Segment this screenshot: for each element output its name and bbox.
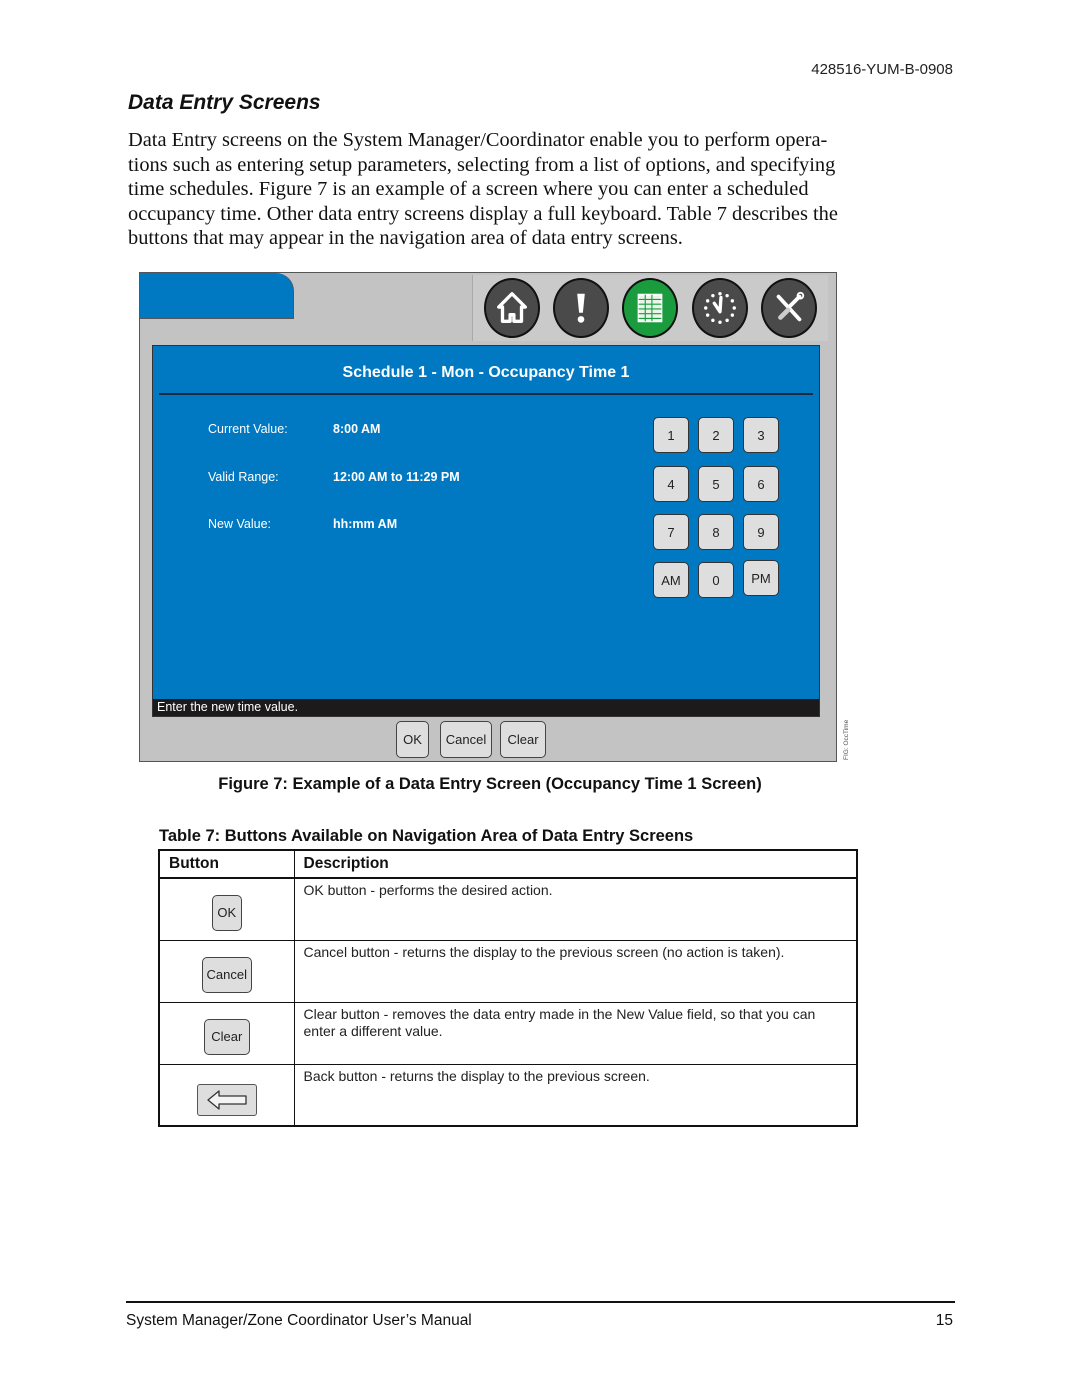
table-row: OK OK button - performs the desired acti… [158, 877, 858, 941]
ok-button[interactable]: OK [396, 721, 429, 758]
button-cell: Cancel [158, 939, 295, 1003]
figure-tag: FIG: OccTime [843, 719, 850, 760]
tools-icon[interactable] [761, 278, 818, 338]
data-entry-panel: Schedule 1 - Mon - Occupancy Time 1 Curr… [152, 345, 820, 717]
body-paragraph: Data Entry screens on the System Manager… [128, 129, 838, 250]
table-row: Back button - returns the display to the… [158, 1063, 858, 1127]
screen-tab [140, 273, 294, 319]
home-icon[interactable] [483, 278, 540, 338]
button-cell [158, 1063, 295, 1127]
ok-button-sample: OK [211, 895, 242, 932]
screen-title: Schedule 1 - Mon - Occupancy Time 1 [342, 364, 630, 381]
current-value: 8:00 AM [333, 422, 381, 436]
nav-icon-strip [472, 275, 828, 341]
new-value-label: New Value: [208, 517, 271, 531]
description-cell: Clear button - removes the data entry ma… [293, 1001, 858, 1065]
keypad-key-9[interactable]: 9 [743, 514, 779, 550]
back-arrow-icon [207, 1090, 247, 1110]
cancel-button[interactable]: Cancel [440, 721, 492, 758]
footer-divider [126, 1301, 955, 1303]
keypad-key-pm[interactable]: PM [743, 560, 779, 596]
valid-range-label: Valid Range: [208, 470, 279, 484]
cancel-button-sample: Cancel [201, 957, 252, 993]
back-button-sample [196, 1083, 257, 1116]
table-header-row: Button Description [158, 849, 858, 879]
schedule-icon[interactable] [622, 278, 679, 338]
figure-caption: Figure 7: Example of a Data Entry Screen… [218, 775, 762, 793]
table-caption: Table 7: Buttons Available on Navigation… [159, 827, 694, 845]
keypad-key-4[interactable]: 4 [653, 466, 689, 502]
footer-manual-title: System Manager/Zone Coordinator User’s M… [126, 1312, 472, 1329]
table-row: Cancel Cancel button - returns the displ… [158, 939, 858, 1003]
new-value-field[interactable]: hh:mm AM [333, 517, 397, 531]
data-entry-screen-figure: Schedule 1 - Mon - Occupancy Time 1 Curr… [139, 272, 837, 762]
keypad-key-5[interactable]: 5 [698, 466, 734, 502]
clear-button-sample: Clear [203, 1019, 250, 1055]
description-cell: Back button - returns the display to the… [293, 1063, 858, 1127]
keypad-key-6[interactable]: 6 [743, 466, 779, 502]
button-cell: OK [158, 877, 295, 941]
keypad-key-3[interactable]: 3 [743, 417, 779, 453]
button-cell: Clear [158, 1001, 295, 1065]
section-title: Data Entry Screens [128, 91, 321, 114]
keypad-key-am[interactable]: AM [653, 562, 689, 598]
alarm-icon[interactable] [553, 278, 610, 338]
page-number: 15 [935, 1312, 953, 1329]
keypad-key-2[interactable]: 2 [698, 417, 734, 453]
column-header-button: Button [158, 849, 295, 879]
column-header-description: Description [293, 849, 858, 879]
document-id: 428516-YUM-B-0908 [811, 61, 953, 78]
buttons-table: Button Description OK OK button - perfor… [158, 849, 858, 1127]
status-message: Enter the new time value. [153, 699, 819, 716]
keypad-key-7[interactable]: 7 [653, 514, 689, 550]
keypad-key-0[interactable]: 0 [698, 562, 734, 598]
current-value-label: Current Value: [208, 422, 288, 436]
valid-range-value: 12:00 AM to 11:29 PM [333, 470, 460, 484]
table-row: Clear Clear button - removes the data en… [158, 1001, 858, 1065]
keypad-key-8[interactable]: 8 [698, 514, 734, 550]
description-cell: Cancel button - returns the display to t… [293, 939, 858, 1003]
description-cell: OK button - performs the desired action. [293, 877, 858, 941]
clock-icon[interactable] [691, 278, 748, 338]
keypad-key-1[interactable]: 1 [653, 417, 689, 453]
title-divider [159, 393, 813, 395]
clear-button[interactable]: Clear [500, 721, 546, 758]
